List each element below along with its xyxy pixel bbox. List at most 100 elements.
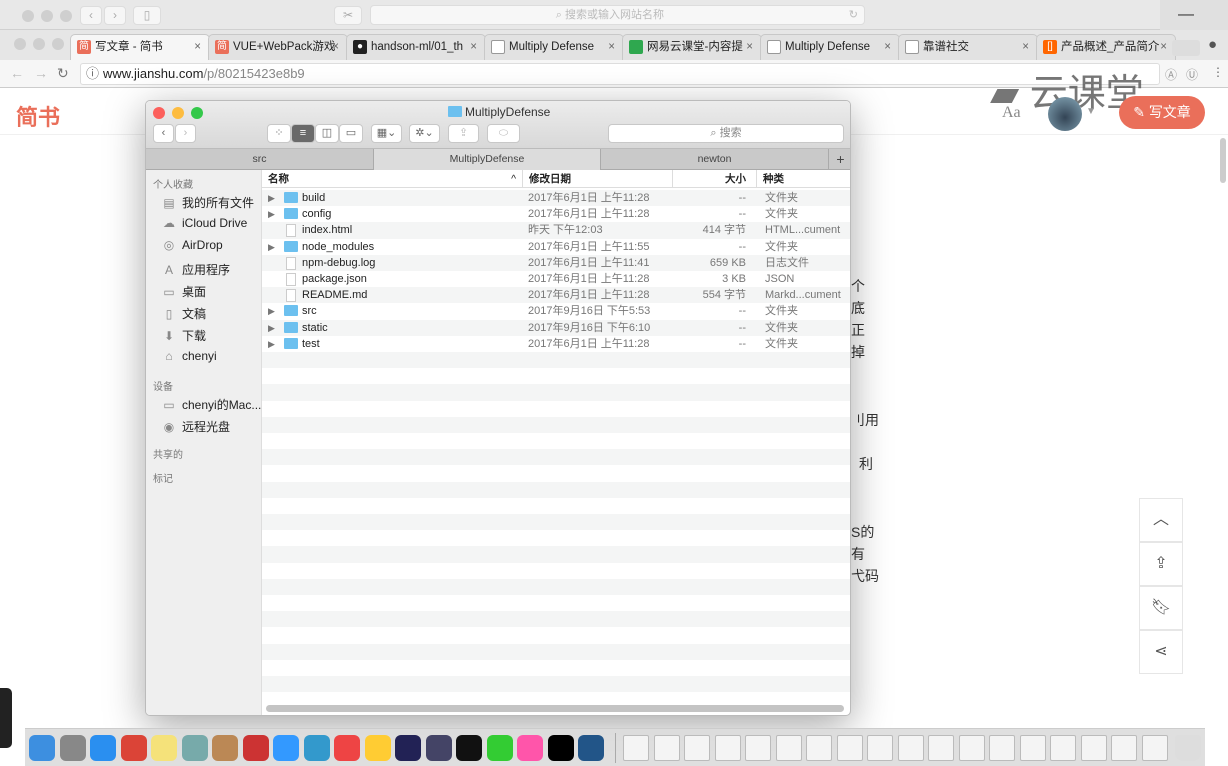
close-tab-icon[interactable]: × (608, 35, 615, 59)
dock-app-icon[interactable] (120, 735, 147, 761)
sidebar-item[interactable]: ▭ 桌面 (162, 283, 206, 300)
safari-search-input[interactable]: ⌕ 搜索或输入网站名称 ↻ (370, 5, 865, 25)
dock-window-thumbnail[interactable] (928, 735, 954, 761)
dock-app-icon[interactable] (59, 735, 86, 761)
arrange-icon[interactable]: ▦⌄ (371, 124, 402, 143)
horizontal-scrollbar[interactable] (266, 705, 844, 712)
file-row[interactable]: npm-debug.log 2017年6月1日 上午11:41 659 KB 日志文件 (262, 254, 850, 271)
window-minimize-button[interactable] (41, 10, 53, 22)
new-tab-button[interactable]: + (829, 149, 850, 170)
disclosure-triangle-icon[interactable]: ▶ (268, 320, 275, 336)
gear-icon[interactable]: ✲⌄ (409, 124, 440, 143)
new-tab-button[interactable] (1172, 40, 1200, 56)
dock-window-thumbnail[interactable] (684, 735, 710, 761)
dock-window-thumbnail[interactable] (867, 735, 893, 761)
sidebar-item[interactable]: ⬇ 下载 (162, 327, 206, 344)
column-size[interactable]: 大小 (672, 170, 756, 188)
column-name[interactable]: 名称 ^ (262, 170, 522, 188)
side-panel-handle[interactable] (0, 688, 12, 748)
share-upload-icon[interactable]: ⇪ (1139, 542, 1183, 586)
sidebar-item[interactable]: ▯ 文稿 (162, 305, 206, 322)
scroll-top-icon[interactable]: ︿ (1139, 498, 1183, 542)
file-row[interactable]: ▶ src 2017年9月16日 下午5:53 -- 文件夹 (262, 303, 850, 319)
column-kind[interactable]: 种类 (756, 170, 850, 188)
dock-app-icon[interactable] (181, 735, 208, 761)
file-row[interactable]: ▶ config 2017年6月1日 上午11:28 -- 文件夹 (262, 206, 850, 222)
sidebar-item[interactable]: ▤ 我的所有文件 (162, 194, 254, 211)
browser-tab[interactable]: Multiply Defense × (760, 34, 900, 60)
disclosure-triangle-icon[interactable]: ▶ (268, 303, 275, 319)
dock-app-icon[interactable] (456, 735, 482, 761)
chrome-minimize-button[interactable] (33, 38, 45, 50)
list-view-icon[interactable]: ≡ (291, 124, 315, 143)
icon-view-icon[interactable]: ⁘ (267, 124, 291, 143)
write-article-button[interactable]: ✎ 写文章 (1119, 96, 1205, 129)
dock-app-icon[interactable] (242, 735, 269, 761)
back-icon[interactable]: ‹ (80, 6, 102, 25)
dock-app-icon[interactable] (273, 735, 299, 761)
menu-icon[interactable]: ⋮ (1212, 65, 1224, 79)
dock-window-thumbnail[interactable] (958, 735, 985, 761)
reload-icon[interactable]: ↻ (849, 6, 858, 24)
dock-app-icon[interactable] (395, 735, 421, 761)
chrome-close-button[interactable] (14, 38, 26, 50)
disclosure-triangle-icon[interactable]: ▶ (268, 206, 275, 222)
share-icon[interactable]: ⋖ (1139, 630, 1183, 674)
forward-icon[interactable]: → (34, 65, 48, 81)
dock-window-thumbnail[interactable] (714, 735, 741, 761)
browser-tab[interactable]: 靠谱社交 × (898, 34, 1038, 60)
profile-icon[interactable]: ● (1208, 36, 1217, 53)
dock-window-thumbnail[interactable] (989, 735, 1015, 761)
dock-window-thumbnail[interactable] (1080, 735, 1107, 761)
close-tab-icon[interactable]: × (1160, 35, 1167, 59)
sidebar-icon[interactable]: ▯ (133, 6, 161, 25)
dock-window-thumbnail[interactable] (836, 735, 863, 761)
close-tab-icon[interactable]: × (746, 35, 753, 59)
sidebar-item[interactable]: A 应用程序 (162, 261, 230, 278)
dock-app-icon[interactable] (517, 735, 543, 761)
dock-window-thumbnail[interactable] (1141, 735, 1168, 761)
dock-window-thumbnail[interactable] (775, 735, 802, 761)
share-icon[interactable]: ⇪ (448, 124, 479, 143)
trash-icon[interactable] (1175, 735, 1201, 761)
jianshu-logo[interactable]: 简书 (16, 100, 60, 132)
reload-icon[interactable]: ↻ (57, 65, 69, 82)
dock-app-icon[interactable] (303, 735, 330, 761)
file-row[interactable]: package.json 2017年6月1日 上午11:28 3 KB JSON (262, 271, 850, 287)
sidebar-item[interactable]: ⌂ chenyi (162, 349, 216, 363)
bookmark-icon[interactable]: 🔖︎ (1139, 586, 1183, 630)
browser-tab[interactable]: ● handson-ml/01_th × (346, 34, 486, 60)
forward-icon[interactable]: › (104, 6, 126, 25)
dock-app-icon[interactable] (90, 735, 116, 761)
file-row[interactable]: ▶ node_modules 2017年6月1日 上午11:55 -- 文件夹 (262, 239, 850, 255)
dock-app-icon[interactable] (364, 735, 391, 761)
dock-app-icon[interactable] (212, 735, 238, 761)
dock-app-icon[interactable] (486, 735, 513, 761)
tag-icon[interactable]: ⬭ (487, 124, 520, 143)
avatar[interactable] (1048, 97, 1082, 131)
browser-tab[interactable]: [] 产品概述_产品简介 × (1036, 34, 1176, 60)
dock-app-icon[interactable] (547, 735, 574, 761)
dock-window-thumbnail[interactable] (1050, 735, 1076, 761)
font-size-button[interactable]: Aa (1002, 104, 1021, 122)
coverflow-view-icon[interactable]: ▭ (339, 124, 363, 143)
file-row[interactable]: ▶ build 2017年6月1日 上午11:28 -- 文件夹 (262, 190, 850, 207)
file-row[interactable]: ▶ static 2017年9月16日 下午6:10 -- 文件夹 (262, 319, 850, 336)
tab-multiplydefense[interactable]: MultiplyDefense (374, 149, 601, 170)
sidebar-item[interactable]: ☁ iCloud Drive (162, 216, 247, 230)
minimize-button[interactable]: — (1160, 0, 1228, 32)
u-extension-icon[interactable]: Ⓤ (1186, 66, 1198, 83)
dock-window-thumbnail[interactable] (806, 735, 832, 761)
chevron-down-icon[interactable]: ▼ (1086, 106, 1096, 117)
dock-window-thumbnail[interactable] (1019, 735, 1046, 761)
window-zoom-button[interactable] (60, 10, 72, 22)
extension-icon[interactable]: ✂ (334, 6, 362, 25)
browser-tab[interactable]: 简写文章 - 简书 × (70, 34, 210, 60)
close-tab-icon[interactable]: × (332, 35, 339, 59)
browser-tab[interactable]: 简 VUE+WebPack游戏 × (208, 34, 348, 60)
chrome-zoom-button[interactable] (52, 38, 64, 50)
dock-window-thumbnail[interactable] (623, 735, 649, 761)
page-scrollbar[interactable] (1220, 138, 1226, 183)
dock-app-icon[interactable] (334, 735, 360, 761)
dock-window-thumbnail[interactable] (1111, 735, 1137, 761)
